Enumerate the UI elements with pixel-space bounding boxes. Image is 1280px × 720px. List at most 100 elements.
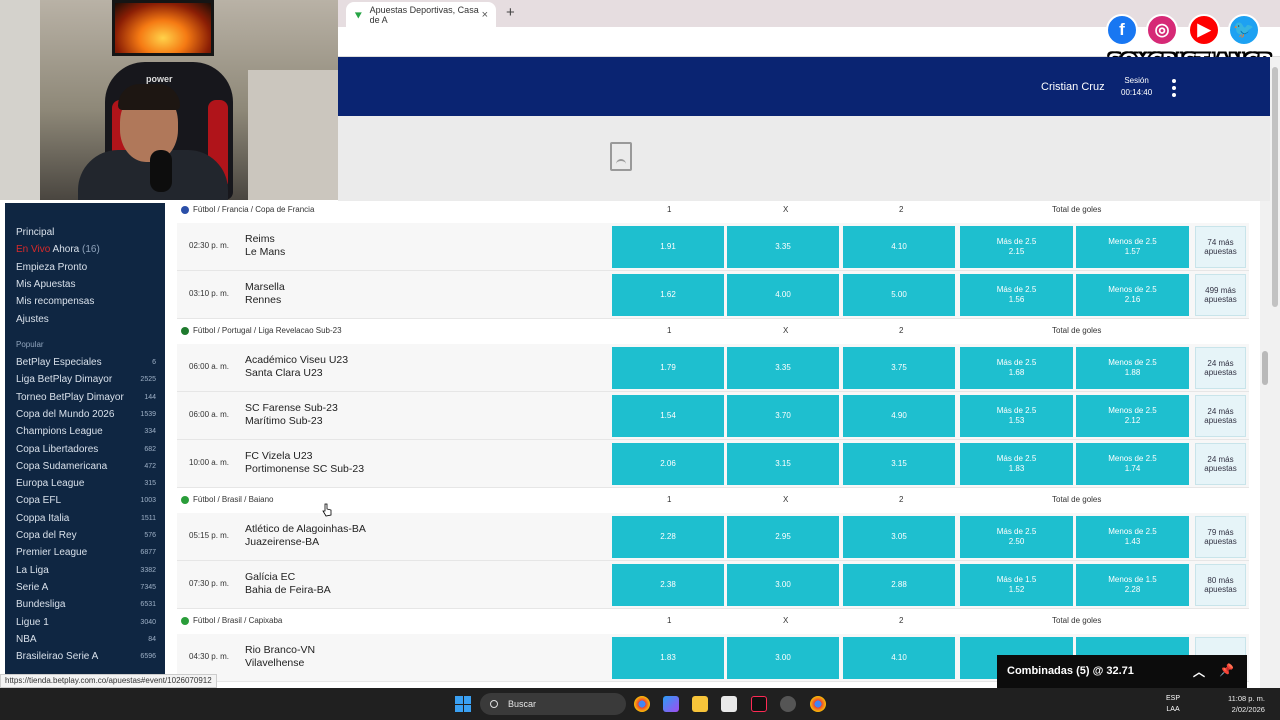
list-scrollbar-thumb[interactable] xyxy=(1262,351,1268,385)
event-row[interactable]: 05:15 p. m. Atlético de Alagoinhas-BA Juaz… xyxy=(177,513,1249,561)
odds-draw-button[interactable]: 3.35 xyxy=(727,347,839,389)
sidebar-item-empieza-pronto[interactable]: Empieza Pronto xyxy=(16,262,87,273)
over-goals-button[interactable]: Más de 2.5 1.53 xyxy=(960,395,1073,437)
more-bets-button[interactable]: 24 más apuestas xyxy=(1195,347,1246,389)
under-goals-button[interactable]: Menos de 2.5 1.74 xyxy=(1076,443,1189,485)
tiktok-icon[interactable] xyxy=(751,696,767,712)
sidebar-item-mis-apuestas[interactable]: Mis Apuestas xyxy=(16,279,75,290)
under-goals-button[interactable]: Menos de 2.5 2.16 xyxy=(1076,274,1189,316)
event-teams[interactable]: Rio Branco-VN Vilavelhense xyxy=(245,644,315,670)
more-menu-icon[interactable] xyxy=(1171,79,1177,97)
event-row[interactable]: 02:30 p. m. Reims Le Mans 1.91 3.35 4.10 Más d… xyxy=(177,223,1249,271)
odds-away-button[interactable]: 5.00 xyxy=(843,274,955,316)
event-row[interactable]: 10:00 a. m. FC Vizela U23 Portimonense SC … xyxy=(177,440,1249,488)
more-bets-button[interactable]: 80 más apuestas xyxy=(1195,564,1246,606)
odds-home-button[interactable]: 1.91 xyxy=(612,226,724,268)
sidebar-league-item[interactable]: NBA 84 xyxy=(16,634,156,645)
under-goals-button[interactable]: Menos de 2.5 1.43 xyxy=(1076,516,1189,558)
odds-draw-button[interactable]: 3.00 xyxy=(727,564,839,606)
more-bets-button[interactable]: 499 más apuestas xyxy=(1195,274,1246,316)
sidebar-league-item[interactable]: Serie A 7345 xyxy=(16,582,156,593)
odds-away-button[interactable]: 4.90 xyxy=(843,395,955,437)
odds-home-button[interactable]: 2.06 xyxy=(612,443,724,485)
sidebar-item-principal[interactable]: Principal xyxy=(16,227,54,238)
under-goals-button[interactable]: Menos de 2.5 2.12 xyxy=(1076,395,1189,437)
group-path[interactable]: Fútbol / Francia / Copa de Francia xyxy=(193,205,314,214)
sidebar-item-mis-recompensas[interactable]: Mis recompensas xyxy=(16,296,94,307)
under-goals-button[interactable]: Menos de 2.5 1.57 xyxy=(1076,226,1189,268)
obs-icon[interactable] xyxy=(780,696,796,712)
over-goals-button[interactable]: Más de 2.5 1.68 xyxy=(960,347,1073,389)
page-scrollbar[interactable] xyxy=(1270,57,1280,688)
odds-away-button[interactable]: 3.05 xyxy=(843,516,955,558)
sidebar-league-item[interactable]: Coppa Italia 1511 xyxy=(16,513,156,524)
sidebar-item-en-vivo[interactable]: En Vivo Ahora (16) xyxy=(16,244,100,255)
taskbar-search[interactable]: Buscar xyxy=(480,693,626,715)
sidebar-league-item[interactable]: La Liga 3382 xyxy=(16,565,156,576)
sidebar-item-ajustes[interactable]: Ajustes xyxy=(16,314,49,325)
event-teams[interactable]: FC Vizela U23 Portimonense SC Sub-23 xyxy=(245,450,364,476)
under-goals-button[interactable]: Menos de 1.5 2.28 xyxy=(1076,564,1189,606)
clock[interactable]: 11:08 p. m. 2/02/2026 xyxy=(1228,693,1265,715)
odds-away-button[interactable]: 3.15 xyxy=(843,443,955,485)
sidebar-league-item[interactable]: Copa Sudamericana 472 xyxy=(16,461,156,472)
event-teams[interactable]: Atlético de Alagoinhas-BA Juazeirense-BA xyxy=(245,523,366,549)
sidebar-league-item[interactable]: Copa del Mundo 2026 1539 xyxy=(16,409,156,420)
tab-close-icon[interactable]: × xyxy=(482,9,488,21)
odds-draw-button[interactable]: 3.00 xyxy=(727,637,839,679)
chrome-active-icon[interactable] xyxy=(810,696,826,712)
group-path[interactable]: Fútbol / Portugal / Liga Revelacao Sub-2… xyxy=(193,326,342,335)
more-bets-button[interactable]: 74 más apuestas xyxy=(1195,226,1246,268)
user-name[interactable]: Cristian Cruz xyxy=(1041,81,1105,93)
odds-away-button[interactable]: 2.88 xyxy=(843,564,955,606)
event-teams[interactable]: Marsella Rennes xyxy=(245,281,285,307)
betslip-bar[interactable]: Combinadas (5) @ 32.71 ︿ 📌 xyxy=(997,655,1247,688)
event-teams[interactable]: Galícia EC Bahia de Feira-BA xyxy=(245,571,331,597)
page-scrollbar-thumb[interactable] xyxy=(1272,67,1278,307)
sidebar-league-item[interactable]: Brasileirao Serie A 6596 xyxy=(16,651,156,662)
sidebar-league-item[interactable]: BetPlay Especiales 6 xyxy=(16,357,156,368)
more-bets-button[interactable]: 24 más apuestas xyxy=(1195,395,1246,437)
sidebar-league-item[interactable]: Liga BetPlay Dimayor 2525 xyxy=(16,374,156,385)
event-row[interactable]: 03:10 p. m. Marsella Rennes 1.62 4.00 5.00 Más… xyxy=(177,271,1249,319)
odds-away-button[interactable]: 4.10 xyxy=(843,637,955,679)
event-row[interactable]: 06:00 a. m. Académico Viseu U23 Santa Clar… xyxy=(177,344,1249,392)
windows-start-icon[interactable] xyxy=(455,696,471,712)
odds-draw-button[interactable]: 2.95 xyxy=(727,516,839,558)
store-icon[interactable] xyxy=(721,696,737,712)
file-explorer-icon[interactable] xyxy=(692,696,708,712)
sidebar-league-item[interactable]: Copa Libertadores 682 xyxy=(16,444,156,455)
odds-home-button[interactable]: 1.62 xyxy=(612,274,724,316)
browser-tab[interactable]: Apuestas Deportivas, Casa de A × xyxy=(346,2,496,27)
event-row[interactable]: 07:30 p. m. Galícia EC Bahia de Feira-BA 2.… xyxy=(177,561,1249,609)
pin-icon[interactable]: 📌 xyxy=(1219,663,1234,677)
event-teams[interactable]: Reims Le Mans xyxy=(245,233,285,259)
sidebar-league-item[interactable]: Torneo BetPlay Dimayor 144 xyxy=(16,392,156,403)
group-path[interactable]: Fútbol / Brasil / Capixaba xyxy=(193,616,282,625)
odds-draw-button[interactable]: 3.15 xyxy=(727,443,839,485)
event-teams[interactable]: SC Farense Sub-23 Marítimo Sub-23 xyxy=(245,402,338,428)
sidebar-league-item[interactable]: Copa EFL 1003 xyxy=(16,495,156,506)
copilot-icon[interactable] xyxy=(663,696,679,712)
sidebar-league-item[interactable]: Copa del Rey 576 xyxy=(16,530,156,541)
over-goals-button[interactable]: Más de 1.5 1.52 xyxy=(960,564,1073,606)
event-row[interactable]: 06:00 a. m. SC Farense Sub-23 Marítimo Sub… xyxy=(177,392,1249,440)
sidebar-league-item[interactable]: Champions League 334 xyxy=(16,426,156,437)
odds-home-button[interactable]: 2.28 xyxy=(612,516,724,558)
more-bets-button[interactable]: 24 más apuestas xyxy=(1195,443,1246,485)
group-path[interactable]: Fútbol / Brasil / Baiano xyxy=(193,495,273,504)
sidebar-league-item[interactable]: Europa League 315 xyxy=(16,478,156,489)
odds-draw-button[interactable]: 4.00 xyxy=(727,274,839,316)
chevron-up-icon[interactable]: ︿ xyxy=(1193,663,1205,680)
under-goals-button[interactable]: Menos de 2.5 1.88 xyxy=(1076,347,1189,389)
odds-away-button[interactable]: 3.75 xyxy=(843,347,955,389)
odds-home-button[interactable]: 2.38 xyxy=(612,564,724,606)
over-goals-button[interactable]: Más de 2.5 2.50 xyxy=(960,516,1073,558)
more-bets-button[interactable]: 79 más apuestas xyxy=(1195,516,1246,558)
sidebar-league-item[interactable]: Ligue 1 3040 xyxy=(16,617,156,628)
odds-draw-button[interactable]: 3.35 xyxy=(727,226,839,268)
language-indicator[interactable]: ESP LAA xyxy=(1166,693,1180,715)
odds-home-button[interactable]: 1.79 xyxy=(612,347,724,389)
sidebar-league-item[interactable]: Bundesliga 6531 xyxy=(16,599,156,610)
event-teams[interactable]: Académico Viseu U23 Santa Clara U23 xyxy=(245,354,348,380)
